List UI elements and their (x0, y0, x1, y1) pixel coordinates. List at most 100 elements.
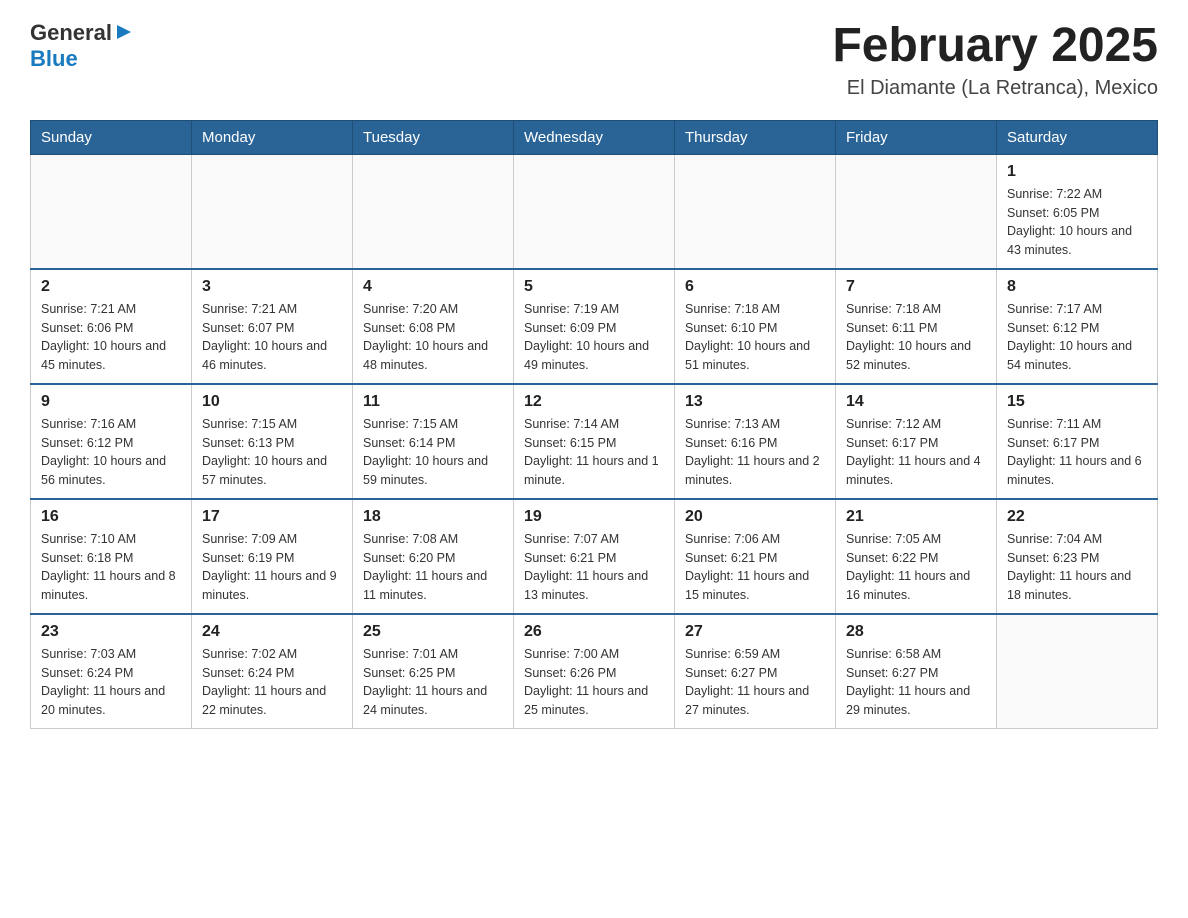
sunrise-text: Sunrise: 7:13 AM (685, 417, 780, 431)
sunset-text: Sunset: 6:16 PM (685, 436, 777, 450)
day-info: Sunrise: 7:09 AMSunset: 6:19 PMDaylight:… (202, 530, 342, 605)
sunset-text: Sunset: 6:24 PM (41, 666, 133, 680)
sunrise-text: Sunrise: 7:11 AM (1007, 417, 1101, 431)
sunset-text: Sunset: 6:18 PM (41, 551, 133, 565)
col-header-saturday: Saturday (997, 120, 1158, 154)
daylight-text: Daylight: 10 hours and 48 minutes. (363, 339, 488, 372)
calendar-week-row: 2Sunrise: 7:21 AMSunset: 6:06 PMDaylight… (31, 269, 1158, 384)
calendar-cell: 8Sunrise: 7:17 AMSunset: 6:12 PMDaylight… (997, 269, 1158, 384)
daylight-text: Daylight: 10 hours and 59 minutes. (363, 454, 488, 487)
calendar-cell: 7Sunrise: 7:18 AMSunset: 6:11 PMDaylight… (836, 269, 997, 384)
day-info: Sunrise: 7:16 AMSunset: 6:12 PMDaylight:… (41, 415, 181, 490)
sunrise-text: Sunrise: 7:21 AM (202, 302, 297, 316)
calendar-cell (31, 154, 192, 269)
day-info: Sunrise: 7:12 AMSunset: 6:17 PMDaylight:… (846, 415, 986, 490)
sunset-text: Sunset: 6:27 PM (846, 666, 938, 680)
sunrise-text: Sunrise: 7:12 AM (846, 417, 941, 431)
day-number: 24 (202, 623, 342, 641)
daylight-text: Daylight: 11 hours and 20 minutes. (41, 684, 165, 717)
day-number: 19 (524, 508, 664, 526)
daylight-text: Daylight: 11 hours and 29 minutes. (846, 684, 970, 717)
day-info: Sunrise: 7:21 AMSunset: 6:06 PMDaylight:… (41, 300, 181, 375)
daylight-text: Daylight: 10 hours and 43 minutes. (1007, 224, 1132, 257)
calendar-cell (192, 154, 353, 269)
daylight-text: Daylight: 10 hours and 56 minutes. (41, 454, 166, 487)
day-info: Sunrise: 7:19 AMSunset: 6:09 PMDaylight:… (524, 300, 664, 375)
sunset-text: Sunset: 6:24 PM (202, 666, 294, 680)
calendar-cell (514, 154, 675, 269)
calendar-cell: 6 Sunrise: 7:18 AMSunset: 6:10 PMDaylight… (675, 269, 836, 384)
day-info: Sunrise: 7:18 AMSunset: 6:10 PMDaylight:… (685, 300, 825, 375)
calendar-cell: 22Sunrise: 7:04 AMSunset: 6:23 PMDayligh… (997, 499, 1158, 614)
calendar-cell (836, 154, 997, 269)
day-info: Sunrise: 7:20 AMSunset: 6:08 PMDaylight:… (363, 300, 503, 375)
col-header-wednesday: Wednesday (514, 120, 675, 154)
day-info: Sunrise: 7:06 AMSunset: 6:21 PMDaylight:… (685, 530, 825, 605)
calendar-cell: 21Sunrise: 7:05 AMSunset: 6:22 PMDayligh… (836, 499, 997, 614)
sunrise-text: Sunrise: 7:18 AM (685, 302, 780, 316)
daylight-text: Daylight: 11 hours and 16 minutes. (846, 569, 970, 602)
sunset-text: Sunset: 6:13 PM (202, 436, 294, 450)
calendar-cell: 18Sunrise: 7:08 AMSunset: 6:20 PMDayligh… (353, 499, 514, 614)
calendar-cell: 27Sunrise: 6:59 AMSunset: 6:27 PMDayligh… (675, 614, 836, 729)
daylight-text: Daylight: 11 hours and 4 minutes. (846, 454, 981, 487)
sunset-text: Sunset: 6:17 PM (1007, 436, 1099, 450)
sunset-text: Sunset: 6:07 PM (202, 321, 294, 335)
daylight-text: Daylight: 11 hours and 6 minutes. (1007, 454, 1142, 487)
day-number: 16 (41, 508, 181, 526)
calendar-table: SundayMondayTuesdayWednesdayThursdayFrid… (30, 120, 1158, 729)
day-number: 22 (1007, 508, 1147, 526)
calendar-cell (353, 154, 514, 269)
logo-arrow-icon (115, 23, 133, 46)
day-info: Sunrise: 7:07 AMSunset: 6:21 PMDaylight:… (524, 530, 664, 605)
calendar-week-row: 1Sunrise: 7:22 AMSunset: 6:05 PMDaylight… (31, 154, 1158, 269)
day-info: Sunrise: 7:22 AMSunset: 6:05 PMDaylight:… (1007, 185, 1147, 260)
col-header-friday: Friday (836, 120, 997, 154)
calendar-cell: 12Sunrise: 7:14 AMSunset: 6:15 PMDayligh… (514, 384, 675, 499)
day-info: Sunrise: 7:17 AMSunset: 6:12 PMDaylight:… (1007, 300, 1147, 375)
day-number: 28 (846, 623, 986, 641)
sunrise-text: Sunrise: 7:16 AM (41, 417, 136, 431)
sunrise-text: Sunrise: 7:20 AM (363, 302, 458, 316)
sunrise-text: Sunrise: 7:00 AM (524, 647, 619, 661)
sunset-text: Sunset: 6:05 PM (1007, 206, 1099, 220)
calendar-cell: 3 Sunrise: 7:21 AM Sunset: 6:07 PM Daylight… (192, 269, 353, 384)
day-info: Sunrise: 7:04 AMSunset: 6:23 PMDaylight:… (1007, 530, 1147, 605)
day-number: 3 (202, 278, 342, 296)
col-header-sunday: Sunday (31, 120, 192, 154)
day-number: 10 (202, 393, 342, 411)
daylight-text: Daylight: 11 hours and 9 minutes. (202, 569, 337, 602)
sunrise-text: Sunrise: 7:21 AM (41, 302, 136, 316)
sunset-text: Sunset: 6:06 PM (41, 321, 133, 335)
sunset-text: Sunset: 6:23 PM (1007, 551, 1099, 565)
logo: General Blue (30, 20, 133, 72)
day-number: 5 (524, 278, 664, 296)
daylight-text: Daylight: 11 hours and 15 minutes. (685, 569, 809, 602)
calendar-week-row: 23Sunrise: 7:03 AMSunset: 6:24 PMDayligh… (31, 614, 1158, 729)
sunrise-text: Sunrise: 7:05 AM (846, 532, 941, 546)
sunrise-text: Sunrise: 6:59 AM (685, 647, 780, 661)
daylight-text: Daylight: 10 hours and 54 minutes. (1007, 339, 1132, 372)
calendar-week-row: 9Sunrise: 7:16 AMSunset: 6:12 PMDaylight… (31, 384, 1158, 499)
title-section: February 2025 El Diamante (La Retranca),… (832, 20, 1158, 100)
sunrise-text: Sunrise: 6:58 AM (846, 647, 941, 661)
sunset-text: Sunset: 6:27 PM (685, 666, 777, 680)
sunrise-text: Sunrise: 7:10 AM (41, 532, 136, 546)
daylight-text: Daylight: 10 hours and 49 minutes. (524, 339, 649, 372)
sunrise-text: Sunrise: 7:09 AM (202, 532, 297, 546)
daylight-text: Daylight: 11 hours and 25 minutes. (524, 684, 648, 717)
calendar-cell: 17Sunrise: 7:09 AMSunset: 6:19 PMDayligh… (192, 499, 353, 614)
day-number: 6 (685, 278, 825, 296)
day-info: Sunrise: 7:02 AMSunset: 6:24 PMDaylight:… (202, 645, 342, 720)
calendar-cell: 1Sunrise: 7:22 AMSunset: 6:05 PMDaylight… (997, 154, 1158, 269)
sunset-text: Sunset: 6:11 PM (846, 321, 938, 335)
daylight-text: Daylight: 10 hours and 46 minutes. (202, 339, 327, 372)
sunset-text: Sunset: 6:21 PM (685, 551, 777, 565)
sunrise-text: Sunrise: 7:04 AM (1007, 532, 1102, 546)
calendar-cell: 20Sunrise: 7:06 AMSunset: 6:21 PMDayligh… (675, 499, 836, 614)
day-number: 21 (846, 508, 986, 526)
daylight-text: Daylight: 11 hours and 13 minutes. (524, 569, 648, 602)
calendar-header-row: SundayMondayTuesdayWednesdayThursdayFrid… (31, 120, 1158, 154)
day-info: Sunrise: 7:15 AMSunset: 6:14 PMDaylight:… (363, 415, 503, 490)
daylight-text: Daylight: 10 hours and 52 minutes. (846, 339, 971, 372)
